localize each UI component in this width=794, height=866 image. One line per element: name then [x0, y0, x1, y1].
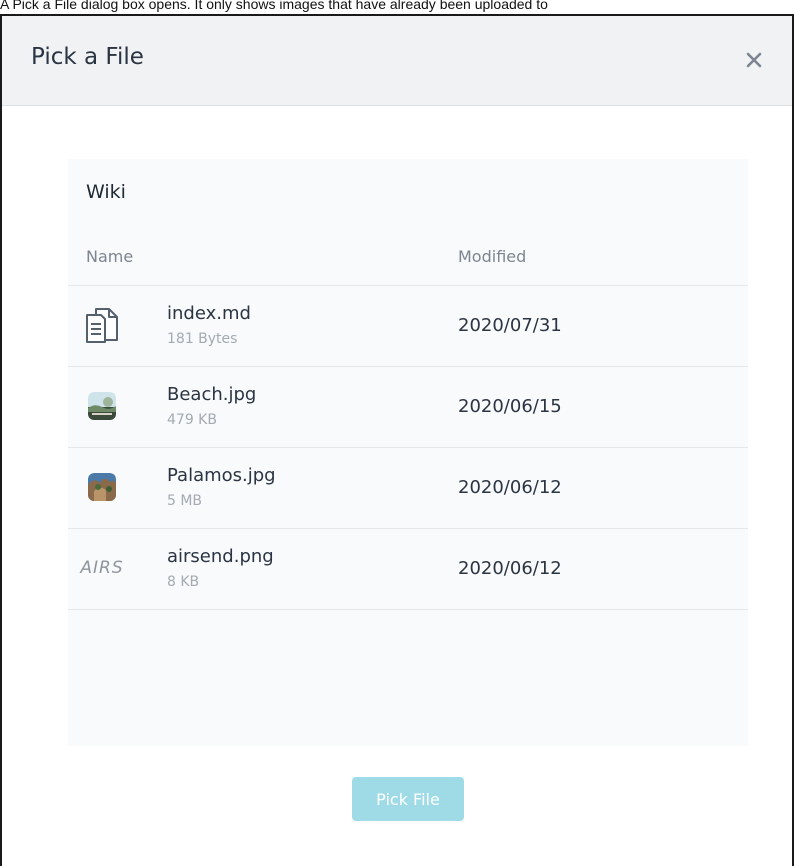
page-caption: A Pick a File dialog box opens. It only …: [0, 0, 548, 12]
column-header-modified[interactable]: Modified: [458, 247, 526, 266]
file-name: airsend.png: [167, 546, 274, 567]
file-name: Palamos.jpg: [167, 465, 276, 486]
palamos-thumbnail: [82, 467, 122, 507]
file-size: 8 KB: [167, 574, 200, 590]
file-size: 5 MB: [167, 493, 203, 509]
airsend-logo-text: AIRS: [80, 558, 124, 578]
dialog-header: Pick a File: [2, 16, 792, 106]
file-name: Beach.jpg: [167, 384, 257, 405]
dialog-title: Pick a File: [31, 44, 144, 70]
document-icon: [82, 305, 122, 345]
pick-file-button[interactable]: Pick File: [352, 777, 464, 821]
file-row-palamos-jpg[interactable]: Palamos.jpg 5 MB 2020/06/12: [68, 448, 748, 529]
pick-file-dialog: Pick a File Wiki Name Modified index.md: [0, 14, 794, 866]
file-modified: 2020/06/15: [458, 396, 562, 417]
file-size: 479 KB: [167, 412, 217, 428]
file-row-index-md[interactable]: index.md 181 Bytes 2020/07/31: [68, 286, 748, 367]
file-panel: Wiki Name Modified index.md 181 Bytes 20…: [68, 159, 748, 746]
file-row-beach-jpg[interactable]: Beach.jpg 479 KB 2020/06/15: [68, 367, 748, 448]
file-size: 181 Bytes: [167, 331, 238, 347]
table-header: Name Modified: [68, 227, 748, 286]
panel-title: Wiki: [86, 181, 126, 203]
column-header-name[interactable]: Name: [86, 247, 133, 266]
file-row-airsend-png[interactable]: AIRS airsend.png 8 KB 2020/06/12: [68, 529, 748, 610]
beach-thumbnail: [82, 386, 122, 426]
file-name: index.md: [167, 303, 251, 324]
file-modified: 2020/06/12: [458, 558, 562, 579]
close-icon: [746, 52, 762, 68]
close-button[interactable]: [740, 46, 768, 74]
file-modified: 2020/06/12: [458, 477, 562, 498]
file-modified: 2020/07/31: [458, 315, 562, 336]
airsend-logo: AIRS: [80, 548, 124, 588]
